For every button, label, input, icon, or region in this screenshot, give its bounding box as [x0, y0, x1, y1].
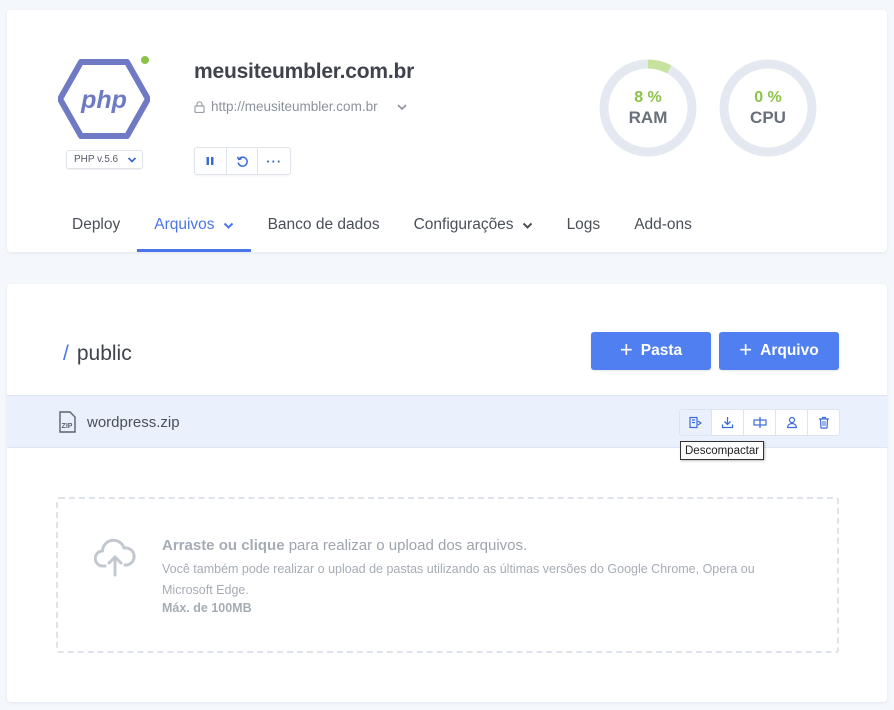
file-actions	[679, 409, 840, 436]
tab-label: Arquivos	[154, 216, 215, 233]
ram-value: 8 %	[634, 89, 662, 106]
more-options-label: ···	[266, 153, 283, 169]
php-version-select[interactable]: PHP v.5.6	[66, 150, 143, 169]
tab-banco-de-dados[interactable]: Banco de dados	[251, 205, 397, 245]
permissions-button[interactable]	[776, 410, 808, 435]
delete-button[interactable]	[808, 410, 839, 435]
zip-file-icon: ZIP	[59, 411, 76, 433]
plus-icon: +	[739, 336, 753, 362]
tab-label: Configurações	[413, 216, 514, 233]
php-logo-text: php	[80, 86, 127, 114]
cpu-value: 0 %	[754, 89, 782, 106]
online-status-dot	[141, 56, 149, 64]
tab-label: Banco de dados	[267, 216, 380, 233]
tab-deploy[interactable]: Deploy	[57, 205, 137, 245]
tab-label: Add-ons	[634, 216, 692, 233]
plus-icon: +	[619, 336, 633, 362]
cloud-upload-icon	[94, 538, 136, 577]
new-folder-label: Pasta	[640, 342, 683, 359]
restart-icon	[236, 155, 248, 167]
file-name[interactable]: wordpress.zip	[87, 414, 180, 431]
current-path: public	[76, 342, 132, 365]
breadcrumb: / public	[63, 342, 132, 366]
tab-arquivos[interactable]: Arquivos	[137, 205, 251, 252]
pause-button[interactable]	[195, 148, 227, 174]
dropzone-title: Arraste ou clique para realizar o upload…	[162, 537, 527, 554]
site-title: meusiteumbler.com.br	[194, 60, 415, 83]
ram-label: RAM	[628, 108, 668, 127]
tab-add-ons[interactable]: Add-ons	[617, 205, 709, 245]
php-logo: php	[58, 59, 150, 139]
zip-icon-text: ZIP	[62, 423, 73, 430]
trash-icon	[818, 416, 829, 429]
lock-icon	[194, 100, 205, 113]
user-icon	[786, 416, 797, 429]
download-icon	[721, 417, 734, 429]
upload-dropzone[interactable]: Arraste ou clique para realizar o upload…	[56, 497, 839, 653]
cpu-label: CPU	[750, 108, 786, 127]
tab-label: Logs	[566, 216, 601, 233]
site-url-text[interactable]: http://meusiteumbler.com.br	[211, 99, 378, 114]
restart-button[interactable]	[227, 148, 259, 174]
tab-configuracoes[interactable]: Configurações	[397, 205, 550, 245]
unzip-icon	[689, 416, 702, 429]
chevron-down-icon[interactable]	[396, 101, 408, 113]
breadcrumb-separator: /	[63, 342, 69, 365]
chevron-down-icon	[223, 222, 233, 229]
new-file-label: Arquivo	[760, 342, 819, 359]
tab-label: Deploy	[72, 216, 121, 233]
new-folder-button[interactable]: + Pasta	[591, 332, 711, 370]
site-url[interactable]: http://meusiteumbler.com.br	[194, 99, 408, 114]
download-button[interactable]	[712, 410, 744, 435]
dropzone-title-rest: para realizar o upload dos arquivos.	[284, 537, 528, 554]
dropzone-subtitle: Você também pode realizar o upload de pa…	[162, 562, 755, 597]
chevron-down-icon	[127, 156, 137, 163]
chevron-down-icon	[522, 222, 532, 229]
dropzone-max-size: Máx. de 100MB	[162, 601, 252, 615]
dropzone-title-bold: Arraste ou clique	[162, 537, 285, 554]
rename-button[interactable]	[744, 410, 776, 435]
unzip-button[interactable]	[680, 410, 712, 435]
more-options-button[interactable]: ···	[258, 148, 290, 174]
site-controls: ···	[194, 147, 291, 175]
pause-icon	[206, 157, 214, 165]
new-file-button[interactable]: + Arquivo	[719, 332, 839, 370]
ram-gauge: 8 % RAM	[598, 58, 698, 158]
tab-logs[interactable]: Logs	[550, 205, 618, 245]
cpu-gauge: 0 % CPU	[718, 58, 818, 158]
site-nav-tabs: Deploy Arquivos Banco de dados Configura…	[57, 205, 709, 252]
unzip-tooltip: Descompactar	[680, 441, 765, 460]
rename-icon	[752, 417, 767, 428]
php-version-label: PHP v.5.6	[74, 154, 119, 165]
